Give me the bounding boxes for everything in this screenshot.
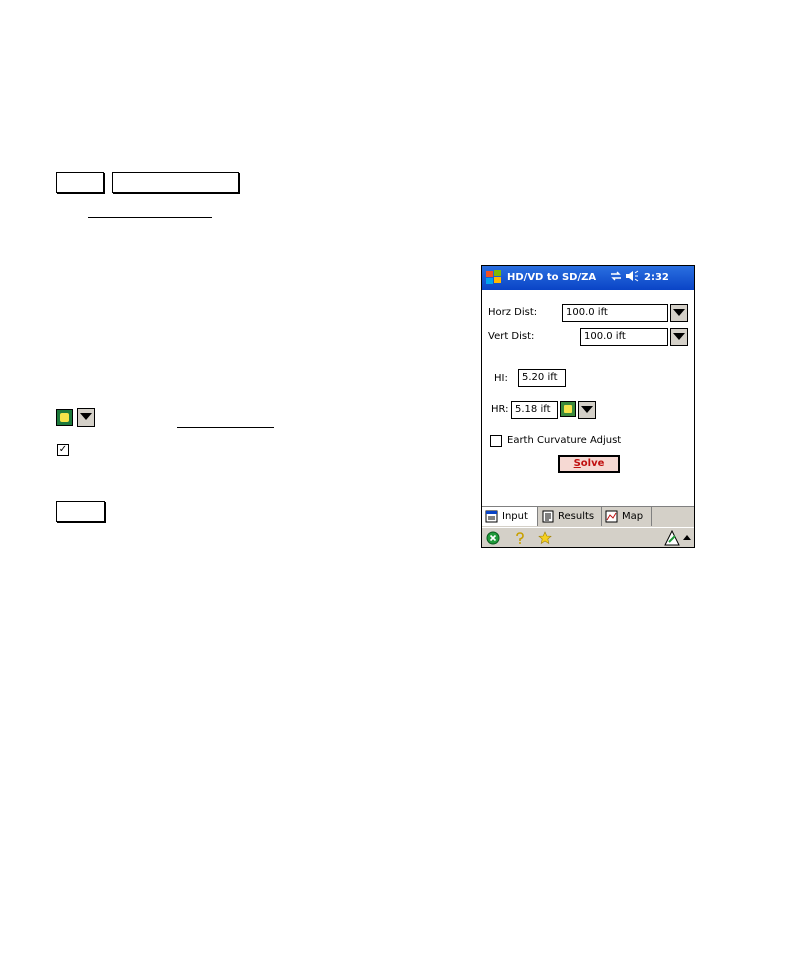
- horz-dist-dropdown-button[interactable]: [670, 304, 688, 322]
- vert-dist-field[interactable]: 100.0 ift: [580, 328, 668, 346]
- sync-icon[interactable]: [610, 270, 622, 282]
- gps-icon[interactable]: [560, 401, 576, 417]
- tab-strip: Input Results Map: [482, 506, 694, 527]
- chevron-down-icon: [581, 406, 593, 413]
- input-tab-icon: [485, 510, 498, 523]
- pocket-pc-screen: HD/VD to SD/ZA 2:32 Horz Dist: 100.0 ift…: [481, 265, 695, 548]
- titlebar: HD/VD to SD/ZA 2:32: [482, 266, 694, 290]
- doc-dropdown-icon: [77, 408, 95, 427]
- hi-field[interactable]: 5.20 ift: [518, 369, 566, 387]
- doc-checkbox-icon: ✓: [57, 444, 69, 456]
- tab-results[interactable]: Results: [538, 507, 602, 526]
- doc-underline-1: [88, 217, 212, 218]
- clock-time[interactable]: 2:32: [644, 266, 669, 290]
- input-panel-icon[interactable]: [664, 530, 680, 546]
- doc-gps-icon: [56, 409, 73, 426]
- earth-curvature-label[interactable]: Earth Curvature Adjust: [507, 435, 621, 446]
- command-bar: [482, 527, 694, 547]
- hi-label: HI:: [494, 373, 508, 384]
- tab-input[interactable]: Input: [482, 507, 538, 526]
- chevron-down-icon: [673, 333, 685, 340]
- tab-input-label: Input: [502, 511, 528, 522]
- doc-button-wide: [112, 172, 239, 193]
- doc-button-bottom: [56, 501, 105, 522]
- map-tab-icon: [605, 510, 618, 523]
- window-title: HD/VD to SD/ZA: [507, 272, 597, 283]
- speaker-icon[interactable]: [625, 270, 639, 282]
- close-icon[interactable]: [486, 531, 500, 545]
- vert-dist-dropdown-button[interactable]: [670, 328, 688, 346]
- tab-map-label: Map: [622, 511, 644, 522]
- results-tab-icon: [542, 510, 554, 523]
- chevron-up-icon[interactable]: [683, 535, 691, 540]
- hr-label: HR:: [491, 404, 509, 415]
- start-menu-icon[interactable]: [485, 269, 503, 287]
- horz-dist-field[interactable]: 100.0 ift: [562, 304, 668, 322]
- hr-field[interactable]: 5.18 ift: [511, 401, 558, 419]
- chevron-down-icon: [673, 309, 685, 316]
- favorites-icon[interactable]: [538, 531, 552, 545]
- vert-dist-label: Vert Dist:: [488, 331, 535, 342]
- doc-button-small: [56, 172, 104, 193]
- solve-button[interactable]: Solve: [558, 455, 620, 473]
- earth-curvature-checkbox[interactable]: [490, 435, 502, 447]
- tab-results-label: Results: [558, 511, 595, 522]
- doc-underline-2: [177, 427, 274, 428]
- hr-dropdown-button[interactable]: [578, 401, 596, 419]
- horz-dist-label: Horz Dist:: [488, 307, 538, 318]
- tab-map[interactable]: Map: [602, 507, 652, 526]
- help-icon[interactable]: [513, 531, 527, 545]
